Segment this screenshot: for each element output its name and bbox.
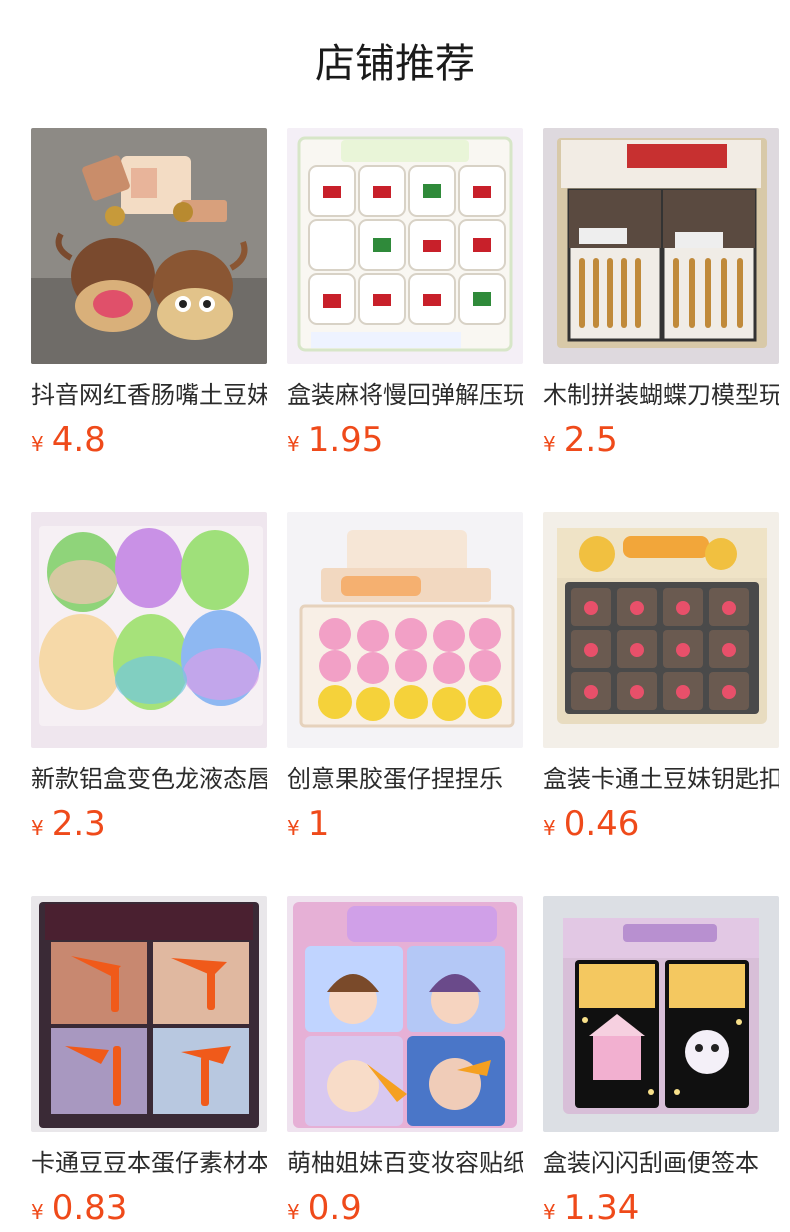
- product-card[interactable]: 盒装闪闪刮画便签本 ¥1.34: [543, 896, 779, 1230]
- product-image[interactable]: [287, 128, 523, 364]
- currency-symbol: ¥: [543, 1200, 556, 1224]
- currency-symbol: ¥: [543, 816, 556, 840]
- price-amount: 2.5: [563, 420, 618, 460]
- currency-symbol: ¥: [287, 816, 300, 840]
- product-price: ¥1.95: [287, 418, 523, 462]
- product-card[interactable]: 木制拼装蝴蝶刀模型玩具 ¥2.5: [543, 128, 779, 462]
- product-price: ¥1: [287, 802, 523, 846]
- product-card[interactable]: 创意果胶蛋仔捏捏乐 ¥1: [287, 512, 523, 846]
- product-name[interactable]: 创意果胶蛋仔捏捏乐: [287, 762, 523, 796]
- product-name[interactable]: 抖音网红香肠嘴土豆妹钥匙扣: [31, 378, 267, 412]
- product-card[interactable]: 盒装卡通土豆妹钥匙扣 ¥0.46: [543, 512, 779, 846]
- product-price: ¥1.34: [543, 1186, 779, 1230]
- product-name[interactable]: 盒装卡通土豆妹钥匙扣: [543, 762, 779, 796]
- currency-symbol: ¥: [287, 1200, 300, 1224]
- product-image[interactable]: [543, 128, 779, 364]
- product-price: ¥2.3: [31, 802, 267, 846]
- currency-symbol: ¥: [31, 432, 44, 456]
- product-image[interactable]: [31, 512, 267, 748]
- price-amount: 0.9: [307, 1188, 362, 1228]
- product-image[interactable]: [543, 896, 779, 1132]
- product-image[interactable]: [31, 896, 267, 1132]
- product-price: ¥0.46: [543, 802, 779, 846]
- product-card[interactable]: 萌柚姐妹百变妆容贴纸书 ¥0.9: [287, 896, 523, 1230]
- price-amount: 0.46: [563, 804, 640, 844]
- product-name[interactable]: 盒装麻将慢回弹解压玩具: [287, 378, 523, 412]
- product-image[interactable]: [287, 896, 523, 1132]
- product-price: ¥0.9: [287, 1186, 523, 1230]
- product-card[interactable]: 抖音网红香肠嘴土豆妹钥匙扣 ¥4.8: [31, 128, 267, 462]
- product-price: ¥0.83: [31, 1186, 267, 1230]
- product-card[interactable]: 盒装麻将慢回弹解压玩具 ¥1.95: [287, 128, 523, 462]
- price-amount: 1.95: [307, 420, 384, 460]
- product-price: ¥2.5: [543, 418, 779, 462]
- price-amount: 2.3: [51, 804, 106, 844]
- product-price: ¥4.8: [31, 418, 267, 462]
- currency-symbol: ¥: [543, 432, 556, 456]
- product-name[interactable]: 卡通豆豆本蛋仔素材本: [31, 1146, 267, 1180]
- price-amount: 1.34: [563, 1188, 640, 1228]
- product-name[interactable]: 盒装闪闪刮画便签本: [543, 1146, 779, 1180]
- product-name[interactable]: 萌柚姐妹百变妆容贴纸书: [287, 1146, 523, 1180]
- currency-symbol: ¥: [287, 432, 300, 456]
- product-image[interactable]: [543, 512, 779, 748]
- product-image[interactable]: [287, 512, 523, 748]
- page-title: 店铺推荐: [315, 41, 475, 87]
- product-name[interactable]: 新款铝盒变色龙液态唇泥: [31, 762, 267, 796]
- product-card[interactable]: 卡通豆豆本蛋仔素材本 ¥0.83: [31, 896, 267, 1230]
- currency-symbol: ¥: [31, 1200, 44, 1224]
- price-amount: 1: [307, 804, 330, 844]
- price-amount: 0.83: [51, 1188, 128, 1228]
- product-grid: 抖音网红香肠嘴土豆妹钥匙扣 ¥4.8: [31, 128, 779, 1230]
- product-card[interactable]: 新款铝盒变色龙液态唇泥 ¥2.3: [31, 512, 267, 846]
- product-image[interactable]: [31, 128, 267, 364]
- price-amount: 4.8: [51, 420, 106, 460]
- shop-recommend-page: 店铺推荐 抖音网红香肠嘴土豆妹 ¥ 4.8 盒装麻将慢回弹解压玩 ¥ 1.95 …: [0, 0, 790, 1232]
- currency-symbol: ¥: [31, 816, 44, 840]
- product-name[interactable]: 木制拼装蝴蝶刀模型玩具: [543, 378, 779, 412]
